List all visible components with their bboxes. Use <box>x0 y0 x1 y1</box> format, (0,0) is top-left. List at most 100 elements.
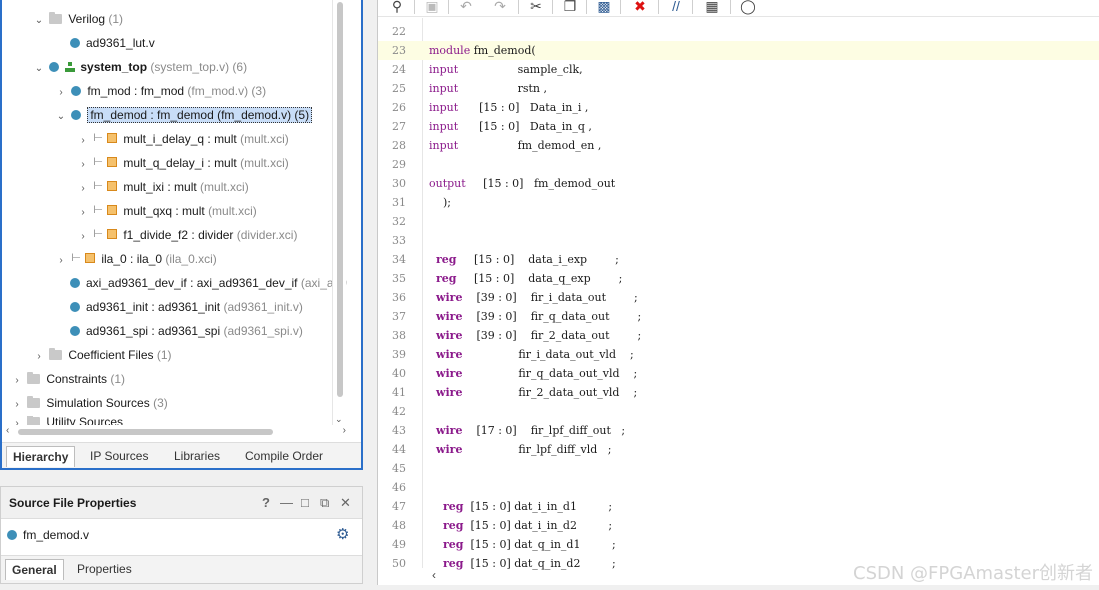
chevron-down-icon[interactable]: ⌄ <box>32 58 46 80</box>
code-line[interactable]: 26 input [15 : 0] Data_in_i , <box>378 98 1099 117</box>
code-line[interactable]: 43 wire [17 : 0] fir_lpf_diff_out ; <box>378 421 1099 440</box>
chevron-right-icon[interactable]: › <box>54 82 68 104</box>
code-line[interactable]: 36 wire [39 : 0] fir_i_data_out ; <box>378 288 1099 307</box>
tab-hierarchy[interactable]: Hierarchy <box>6 446 75 467</box>
tab-compile-order[interactable]: Compile Order <box>239 446 329 467</box>
chevron-right-icon[interactable]: › <box>76 154 90 176</box>
code-line[interactable]: 23 module fm_demod( <box>378 41 1099 60</box>
tree-item-system-top[interactable]: ⌄ system_top (system_top.v) (6) <box>32 56 247 78</box>
chevron-right-icon[interactable]: › <box>32 346 46 368</box>
tree-item-ila-0[interactable]: › ⊢ ila_0 : ila_0 (ila_0.xci) <box>54 248 217 270</box>
tab-ip-sources[interactable]: IP Sources <box>84 446 154 467</box>
code-line[interactable]: 41 wire fir_2_data_out_vld ; <box>378 383 1099 402</box>
code-line[interactable]: 48 reg [15 : 0] dat_i_in_d2 ; <box>378 516 1099 535</box>
code-line[interactable]: 37 wire [39 : 0] fir_q_data_out ; <box>378 307 1099 326</box>
delete-icon[interactable]: ✖ <box>630 0 650 15</box>
code-line[interactable]: 42 <box>378 402 1099 421</box>
chevron-right-icon[interactable]: › <box>54 250 68 272</box>
tree-item-fm-demod[interactable]: ⌄ fm_demod : fm_demod (fm_demod.v) (5) <box>54 104 312 126</box>
scroll-right-icon[interactable]: › <box>343 425 346 436</box>
search-icon[interactable]: ⚲ <box>387 0 407 15</box>
tree-label-selected[interactable]: fm_demod : fm_demod (fm_demod.v) (5) <box>87 107 312 123</box>
tree-item-fm-mod[interactable]: › fm_mod : fm_mod (fm_mod.v) (3) <box>54 80 266 102</box>
line-text: wire [39 : 0] fir_i_data_out ; <box>429 288 638 307</box>
undo-icon[interactable]: ↶ <box>456 0 476 15</box>
tab-libraries[interactable]: Libraries <box>168 446 226 467</box>
close-icon[interactable]: ✕ <box>340 496 351 509</box>
chevron-right-icon[interactable]: › <box>76 226 90 248</box>
tree-item-mult-qxq[interactable]: › ⊢ mult_qxq : mult (mult.xci) <box>76 200 257 222</box>
tree-vertical-scrollbar[interactable]: ⌄ <box>332 0 346 425</box>
tree-horizontal-scrollbar[interactable]: ‹ › <box>4 425 348 439</box>
code-line[interactable]: 30 output [15 : 0] fm_demod_out <box>378 174 1099 193</box>
scroll-left-icon[interactable]: ‹ <box>6 425 9 436</box>
code-line[interactable]: 40 wire fir_q_data_out_vld ; <box>378 364 1099 383</box>
scroll-left-icon[interactable]: ‹ <box>432 568 436 582</box>
tree-item-mult-ixi[interactable]: › ⊢ mult_ixi : mult (mult.xci) <box>76 176 249 198</box>
lightbulb-icon[interactable]: ◯ <box>738 0 758 15</box>
code-line[interactable]: 34 reg [15 : 0] data_i_exp ; <box>378 250 1099 269</box>
insert-template-icon[interactable]: ▦ <box>702 0 722 15</box>
help-icon[interactable]: ? <box>262 496 270 509</box>
scrollbar-thumb[interactable] <box>18 429 273 435</box>
tab-properties[interactable]: Properties <box>71 559 138 580</box>
code-line[interactable]: 47 reg [15 : 0] dat_i_in_d1 ; <box>378 497 1099 516</box>
chevron-right-icon[interactable]: › <box>10 370 24 392</box>
settings-gear-icon[interactable]: ⚙ <box>336 527 349 543</box>
paste-icon[interactable]: ▩ <box>594 0 614 15</box>
tree-item-verilog[interactable]: ⌄ Verilog (1) <box>32 8 123 30</box>
copy-icon[interactable]: ❐ <box>560 0 580 15</box>
chevron-right-icon[interactable]: › <box>10 394 24 416</box>
tree-item-coefficient-files[interactable]: › Coefficient Files (1) <box>32 344 172 366</box>
tree-suffix: (mult.xci) <box>240 156 289 170</box>
code-line[interactable]: 33 <box>378 231 1099 250</box>
code-line[interactable]: 31 ); <box>378 193 1099 212</box>
chevron-right-icon[interactable]: › <box>76 202 90 224</box>
code-line[interactable]: 24 input sample_clk, <box>378 60 1099 79</box>
code-line[interactable]: 39 wire fir_i_data_out_vld ; <box>378 345 1099 364</box>
tree-item-ad9361-init[interactable]: ad9361_init : ad9361_init (ad9361_init.v… <box>70 296 303 318</box>
tree-item-f1-divide-f2[interactable]: › ⊢ f1_divide_f2 : divider (divider.xci) <box>76 224 297 246</box>
code-line[interactable]: 25 input rstn , <box>378 79 1099 98</box>
redo-icon[interactable]: ↷ <box>490 0 510 15</box>
code-line[interactable]: 45 <box>378 459 1099 478</box>
code-line[interactable]: 46 <box>378 478 1099 497</box>
tab-general[interactable]: General <box>5 559 64 580</box>
code-line[interactable]: 32 <box>378 212 1099 231</box>
line-number: 35 <box>378 269 406 288</box>
chevron-down-icon[interactable]: ⌄ <box>54 106 68 128</box>
tree-item-mult-i-delay-q[interactable]: › ⊢ mult_i_delay_q : mult (mult.xci) <box>76 128 289 150</box>
minimize-icon[interactable]: — <box>280 496 293 509</box>
scrollbar-thumb[interactable] <box>337 2 343 397</box>
tree-item-ad9361-lut[interactable]: ad9361_lut.v <box>70 32 155 54</box>
tree-item-simulation-sources[interactable]: › Simulation Sources (3) <box>10 392 168 414</box>
code-line[interactable]: 28 input fm_demod_en , <box>378 136 1099 155</box>
code-line[interactable]: 22 <box>378 22 1099 41</box>
code-line[interactable]: 27 input [15 : 0] Data_in_q , <box>378 117 1099 136</box>
line-number: 43 <box>378 421 406 440</box>
tree-item-constraints[interactable]: › Constraints (1) <box>10 368 125 390</box>
line-number: 46 <box>378 478 406 497</box>
tree-item-axi-ad9361-dev-if[interactable]: axi_ad9361_dev_if : axi_ad9361_dev_if (a… <box>70 272 347 294</box>
tree-item-ad9361-spi[interactable]: ad9361_spi : ad9361_spi (ad9361_spi.v) <box>70 320 303 342</box>
save-icon[interactable]: ▣ <box>422 0 442 15</box>
chevron-down-icon[interactable]: ⌄ <box>32 10 46 32</box>
float-window-icon[interactable]: ⧉ <box>320 496 329 509</box>
comment-icon[interactable]: // <box>666 0 686 15</box>
ip-core-icon: ⊢ <box>93 227 119 241</box>
scroll-down-icon[interactable]: ⌄ <box>335 414 343 425</box>
maximize-icon[interactable]: □ <box>301 496 309 509</box>
cut-icon[interactable]: ✂ <box>526 0 546 15</box>
code-line[interactable]: 44 wire fir_lpf_diff_vld ; <box>378 440 1099 459</box>
line-number: 44 <box>378 440 406 459</box>
chevron-right-icon[interactable]: › <box>76 178 90 200</box>
tree-item-mult-q-delay-i[interactable]: › ⊢ mult_q_delay_i : mult (mult.xci) <box>76 152 289 174</box>
code-line[interactable]: 49 reg [15 : 0] dat_q_in_d1 ; <box>378 535 1099 554</box>
tree-item-utility-sources[interactable]: › Utility Sources <box>10 416 123 425</box>
tree-suffix: (mult.xci) <box>200 180 249 194</box>
code-line[interactable]: 29 <box>378 155 1099 174</box>
code-line[interactable]: 35 reg [15 : 0] data_q_exp ; <box>378 269 1099 288</box>
code-line[interactable]: 38 wire [39 : 0] fir_2_data_out ; <box>378 326 1099 345</box>
chevron-right-icon[interactable]: › <box>76 130 90 152</box>
chevron-right-icon[interactable]: › <box>10 418 24 425</box>
